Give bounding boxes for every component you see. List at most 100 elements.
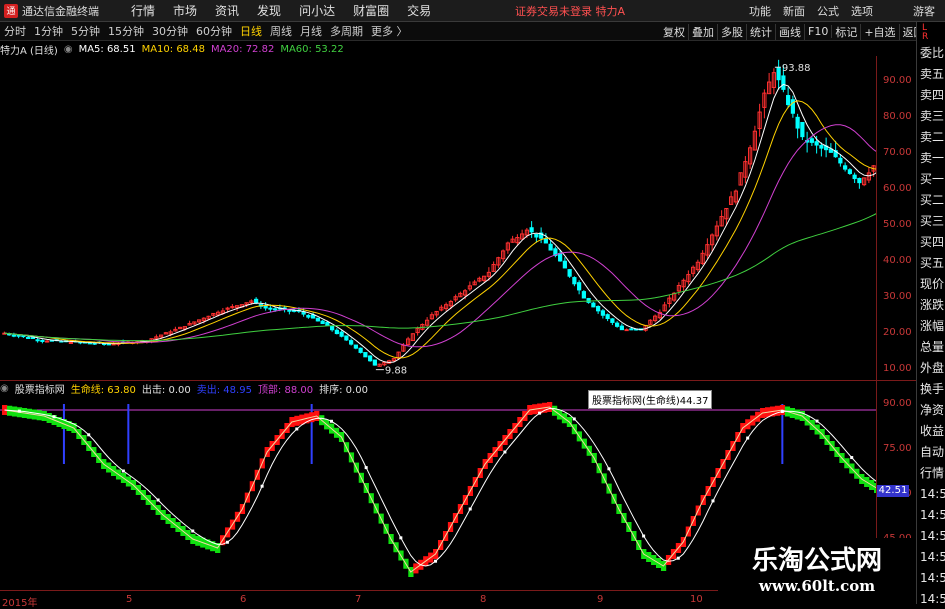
candle-body (619, 325, 624, 331)
side-label-26[interactable]: 14:51 (920, 592, 945, 606)
date-tick-3: 7 (355, 594, 362, 605)
candle-body (852, 174, 857, 180)
menu-item-1[interactable]: 市场 (164, 2, 206, 19)
price-tick-8: 10.00 (883, 363, 912, 375)
period-tab-4[interactable]: 30分钟 (148, 23, 192, 39)
toolbar-button-3[interactable]: 统计 (747, 23, 776, 40)
candle-body (68, 341, 73, 344)
side-label-22[interactable]: 14:50 (920, 508, 945, 522)
candle-body (254, 298, 259, 303)
candle-body (529, 227, 534, 233)
period-tab-9[interactable]: 多周期 (326, 23, 367, 39)
period-tab-3[interactable]: 15分钟 (104, 23, 148, 39)
menu-item-0[interactable]: 行情 (122, 2, 164, 19)
title-menu-1[interactable]: 新面 (777, 3, 811, 19)
candle-body (358, 347, 363, 353)
signal-dot (780, 410, 784, 413)
menu-item-6[interactable]: 交易 (398, 2, 440, 19)
candle-body (629, 328, 634, 331)
candlestick-chart[interactable]: 93.88 9.88 (0, 56, 876, 380)
signal-dot (121, 469, 125, 473)
signal-dot (399, 536, 403, 540)
candle-body (543, 238, 548, 244)
toolbar-button-4[interactable]: 画线 (776, 23, 805, 40)
side-label-0: 委比 (920, 46, 945, 60)
candle-body (814, 141, 819, 146)
side-label-7: 买二 (920, 193, 945, 207)
date-tick-5: 9 (597, 594, 604, 605)
toolbar-button-2[interactable]: 多股 (718, 23, 747, 40)
toolbar-button-1[interactable]: 叠加 (689, 23, 718, 40)
period-tab-7[interactable]: 周线 (266, 23, 296, 39)
side-label-9: 买四 (920, 235, 945, 249)
ma-label-1: MA10: 68.48 (141, 43, 205, 55)
menu-item-2[interactable]: 资讯 (206, 2, 248, 19)
period-tab-10[interactable]: 更多 〉 (367, 23, 412, 39)
menu-item-3[interactable]: 发现 (248, 2, 290, 19)
period-tab-2[interactable]: 5分钟 (67, 23, 104, 39)
side-label-24[interactable]: 14:50 (920, 550, 945, 564)
title-menu-3[interactable]: 选项 (845, 3, 879, 19)
side-label-23[interactable]: 14:50 (920, 529, 945, 543)
indicator-header: ◉ 股票指标网 生命线: 63.80 出击: 0.00 卖出: 48.95 顶部: 8… (0, 381, 374, 396)
watermark: 乐淘公式网 www.60lt.com (718, 538, 916, 603)
price-tick-2: 70.00 (883, 147, 912, 159)
candle-body (368, 355, 373, 362)
side-label-25[interactable]: 14:51 (920, 571, 945, 585)
side-label-4: 卖二 (920, 130, 945, 144)
side-label-6: 买一 (920, 172, 945, 186)
signal-dot (538, 411, 542, 415)
guest-button[interactable]: 游客 (913, 3, 935, 19)
indicator-tick-1: 75.00 (883, 443, 912, 454)
candle-body (287, 309, 292, 312)
candle-body (273, 308, 278, 311)
title-bar: 通 通达信金融终端 行情 市场 资讯 发现 问小达 财富圈 交易 证券交易未登录 特力A 功… (0, 0, 945, 22)
title-menu-0[interactable]: 功能 (743, 3, 777, 19)
candle-body (353, 344, 358, 349)
ma60-line (4, 213, 876, 342)
stock-title: 特力A (日线) (0, 45, 58, 57)
panel-toggle[interactable]: LR (922, 24, 928, 42)
period-toolbar: 分时 1分钟 5分钟 15分钟 30分钟 60分钟 日线 周线 月线 多周期 更多 〉 复权 叠加 多股… (0, 22, 945, 41)
candle-body (558, 252, 563, 262)
menu-item-4[interactable]: 问小达 (290, 2, 344, 19)
signal-dot (191, 529, 195, 533)
toolbar-button-0[interactable]: 复权 (660, 23, 689, 40)
app-name: 通达信金融终端 (22, 4, 99, 18)
signal-dot (607, 467, 611, 471)
side-label-10: 买五 (920, 256, 945, 270)
period-tab-6[interactable]: 日线 (236, 23, 266, 39)
side-label-11: 现价 (920, 277, 945, 291)
signal-dot (156, 498, 160, 502)
side-label-1: 卖五 (920, 67, 945, 81)
signal-dot (434, 559, 438, 563)
candle-body (11, 334, 16, 337)
title-menu-2[interactable]: 公式 (811, 3, 845, 19)
candle-body (586, 298, 591, 303)
period-tab-0[interactable]: 分时 (0, 23, 30, 39)
toolbar-button-6[interactable]: 标记 (832, 23, 862, 40)
toolbar-button-5[interactable]: F10 (805, 25, 833, 38)
toggle-r[interactable]: R (922, 32, 928, 42)
period-tab-1[interactable]: 1分钟 (30, 23, 67, 39)
indicator-name: 股票指标网 (14, 384, 65, 396)
signal-dot (295, 427, 299, 431)
menu-item-5[interactable]: 财富圈 (344, 2, 398, 19)
side-label-21[interactable]: 14:50 (920, 487, 945, 501)
indicator-value-0: 生命线: 63.80 (70, 384, 136, 396)
side-label-13: 涨幅 (920, 319, 945, 333)
side-label-19[interactable]: 自动 (920, 445, 944, 459)
side-label-20[interactable]: 行情 (920, 466, 944, 480)
candle-body (268, 307, 273, 310)
indicator-settings-icon[interactable]: ◉ (0, 383, 15, 394)
signal-dot (87, 433, 91, 437)
side-label-3: 卖三 (920, 109, 945, 123)
period-tab-8[interactable]: 月线 (296, 23, 326, 39)
candle-body (339, 331, 344, 337)
indicator-value-3: 顶部: 88.00 (257, 384, 314, 396)
period-tab-5[interactable]: 60分钟 (192, 23, 236, 39)
settings-dot-icon[interactable]: ◉ (64, 44, 79, 55)
watermark-title: 乐淘公式网 (751, 546, 882, 576)
toolbar-button-7[interactable]: +自选 (861, 23, 900, 40)
side-label-12: 涨跌 (920, 298, 945, 312)
